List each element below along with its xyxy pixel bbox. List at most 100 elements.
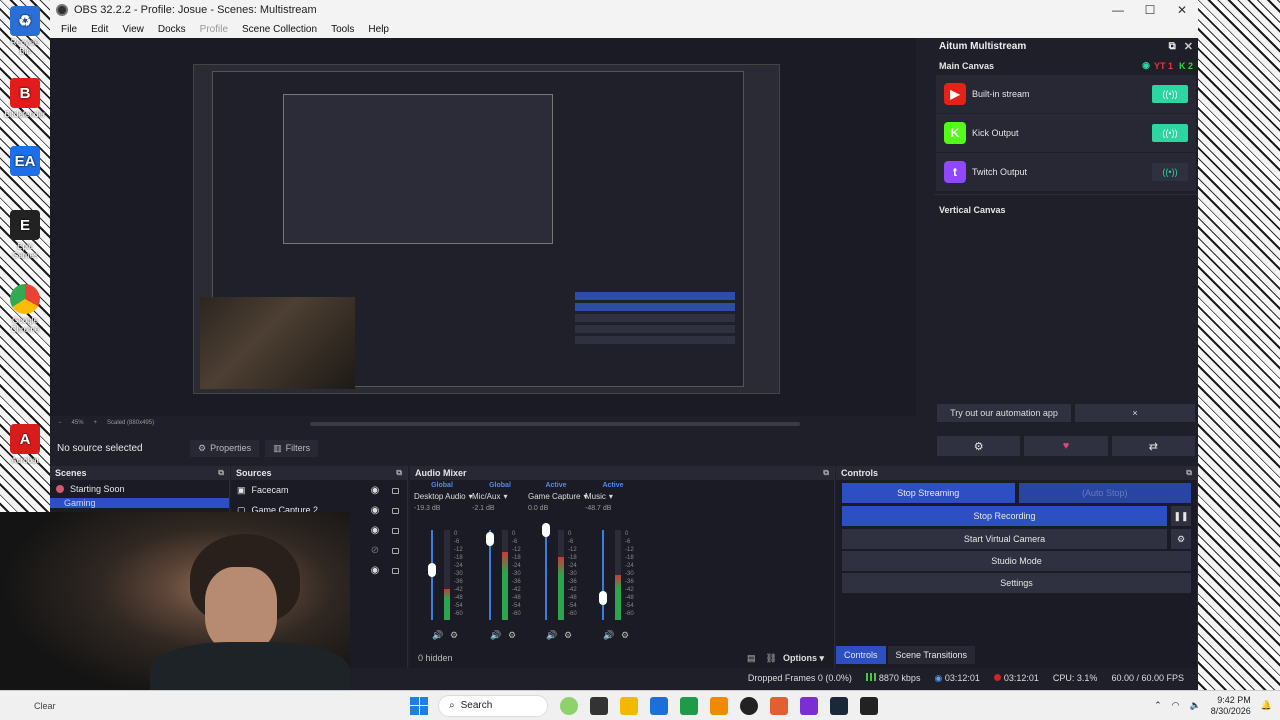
output-toggle-button[interactable]: ((•))	[1152, 124, 1188, 142]
menu-help[interactable]: Help	[361, 24, 396, 35]
sources-popout-icon[interactable]: ⧉	[396, 468, 402, 478]
dock-float-icon[interactable]: ⧉	[1169, 41, 1176, 52]
scale-label[interactable]: Scaled (880x495)	[107, 420, 154, 426]
premiere-icon[interactable]	[800, 696, 818, 715]
menu-tools[interactable]: Tools	[324, 24, 361, 35]
channel-name[interactable]: Desktop Audio ▾	[414, 492, 473, 501]
channel-name[interactable]: Music ▾	[585, 492, 641, 501]
menu-edit[interactable]: Edit	[84, 24, 115, 35]
desktop-icon-chrome[interactable]: Google Chrome	[4, 284, 46, 334]
tab-scene-transitions[interactable]: Scene Transitions	[887, 646, 976, 664]
mixer-layout-icon[interactable]: ▤	[747, 653, 756, 664]
auto-stop-button[interactable]: (Auto Stop)	[1018, 483, 1191, 503]
wifi-icon[interactable]: ◠	[1172, 700, 1180, 711]
source-item[interactable]: ▣ Facecam ◉	[231, 480, 407, 500]
preview-area[interactable]	[50, 38, 916, 416]
volume-icon[interactable]: 🔈	[1190, 700, 1201, 711]
lock-icon[interactable]	[392, 528, 399, 534]
menu-scene-collection[interactable]: Scene Collection	[235, 24, 324, 35]
close-icon[interactable]: ✕	[1166, 3, 1198, 17]
desktop-icon-acrobat[interactable]: A Acrobat	[4, 424, 46, 465]
volume-knob[interactable]	[542, 523, 550, 537]
zoom-out-icon[interactable]: −	[58, 420, 62, 426]
volume-slider[interactable]	[545, 530, 547, 620]
share-icon[interactable]: ⇄	[1111, 436, 1195, 456]
steam-icon[interactable]	[830, 696, 848, 715]
output-toggle-button[interactable]: ((•))	[1152, 85, 1188, 103]
automation-dismiss-button[interactable]: ×	[1075, 404, 1195, 422]
scenes-popout-icon[interactable]: ⧉	[218, 468, 224, 478]
mixer-options-button[interactable]: Options ▾	[783, 653, 824, 664]
visibility-eye-icon[interactable]: ◉	[368, 565, 382, 576]
lock-icon[interactable]	[392, 508, 399, 514]
channel-settings-icon[interactable]: ⚙	[450, 630, 458, 641]
speaker-icon[interactable]: 🔊	[603, 630, 614, 641]
channel-settings-icon[interactable]: ⚙	[508, 630, 516, 641]
desktop-icon-epic-games[interactable]: E Epic Games	[4, 210, 46, 260]
heart-icon[interactable]: ♥	[1024, 436, 1108, 456]
mixer-link-icon[interactable]: ⛓	[766, 653, 777, 664]
windows-start-icon[interactable]	[410, 696, 428, 715]
volume-knob[interactable]	[599, 591, 607, 605]
visibility-eye-icon[interactable]: ◉	[368, 505, 382, 516]
channel-settings-icon[interactable]: ⚙	[621, 630, 629, 641]
vlc-icon[interactable]	[710, 696, 728, 715]
menu-file[interactable]: File	[54, 24, 84, 35]
clock[interactable]: 9:42 PM 8/30/2026	[1211, 695, 1251, 717]
menu-docks[interactable]: Docks	[151, 24, 193, 35]
hidden-eye-icon[interactable]: ⊘	[368, 545, 382, 556]
controls-popout-icon[interactable]: ⧉	[1186, 468, 1192, 478]
properties-button[interactable]: ⚙ Properties	[190, 439, 260, 457]
dock-close-icon[interactable]: ✕	[1184, 40, 1193, 53]
copilot-icon[interactable]	[560, 696, 578, 715]
automation-app-button[interactable]: Try out our automation app	[937, 404, 1071, 422]
lock-icon[interactable]	[392, 548, 399, 554]
pause-icon[interactable]: ❚❚	[1171, 506, 1191, 526]
speaker-icon[interactable]: 🔊	[546, 630, 557, 641]
speaker-icon[interactable]: 🔊	[490, 630, 501, 641]
tab-controls[interactable]: Controls	[836, 646, 886, 664]
desktop-icon-bitdefender[interactable]: B Bitdefender	[4, 78, 46, 119]
menu-profile[interactable]: Profile	[193, 24, 235, 35]
app-icon[interactable]	[770, 696, 788, 715]
epic-taskbar-icon[interactable]	[860, 696, 878, 715]
virtual-camera-settings-icon[interactable]: ⚙	[1171, 529, 1191, 549]
mixer-popout-icon[interactable]: ⧉	[823, 468, 829, 478]
maximize-icon[interactable]: ☐	[1134, 3, 1166, 17]
volume-slider[interactable]	[602, 530, 604, 620]
task-view-icon[interactable]	[590, 696, 608, 715]
stop-streaming-button[interactable]: Stop Streaming	[842, 483, 1015, 503]
settings-button[interactable]: Settings	[842, 573, 1191, 593]
channel-name[interactable]: Game Capture ▾	[528, 492, 587, 501]
desktop-icon-ea[interactable]: EA	[4, 146, 46, 178]
minimize-icon[interactable]: —	[1102, 3, 1134, 17]
taskbar-search[interactable]: ⌕ Search	[438, 694, 548, 717]
stop-recording-button[interactable]: Stop Recording	[842, 506, 1167, 526]
volume-knob[interactable]	[428, 563, 436, 577]
menu-view[interactable]: View	[115, 24, 151, 35]
file-explorer-icon[interactable]	[620, 696, 638, 715]
visibility-eye-icon[interactable]: ◉	[368, 485, 382, 496]
scene-item-selected[interactable]: Gaming	[50, 498, 229, 508]
studio-mode-button[interactable]: Studio Mode	[842, 551, 1191, 571]
filters-button[interactable]: ▥ Filters	[265, 439, 319, 457]
start-virtual-camera-button[interactable]: Start Virtual Camera	[842, 529, 1167, 549]
settings-gear-icon[interactable]: ⚙	[937, 436, 1021, 456]
channel-settings-icon[interactable]: ⚙	[564, 630, 572, 641]
visibility-eye-icon[interactable]: ◉	[368, 525, 382, 536]
store-icon[interactable]	[650, 696, 668, 715]
volume-knob[interactable]	[486, 532, 494, 546]
notification-bell-icon[interactable]: 🔔	[1261, 700, 1272, 711]
preview-canvas[interactable]	[193, 64, 780, 394]
excel-icon[interactable]	[680, 696, 698, 715]
lock-icon[interactable]	[392, 568, 399, 574]
channel-name[interactable]: Mic/Aux ▾	[472, 492, 528, 501]
tray-chevron-icon[interactable]: ⌃	[1154, 700, 1162, 711]
obs-taskbar-icon[interactable]	[740, 696, 758, 715]
speaker-icon[interactable]: 🔊	[432, 630, 443, 641]
lock-icon[interactable]	[392, 488, 399, 494]
output-toggle-button[interactable]: ((•))	[1152, 163, 1188, 181]
desktop-icon-recycle-bin[interactable]: ♻ Recycle Bin	[4, 6, 46, 56]
zoom-in-icon[interactable]: +	[94, 420, 98, 426]
preview-horizontal-scrollbar[interactable]	[310, 422, 800, 426]
